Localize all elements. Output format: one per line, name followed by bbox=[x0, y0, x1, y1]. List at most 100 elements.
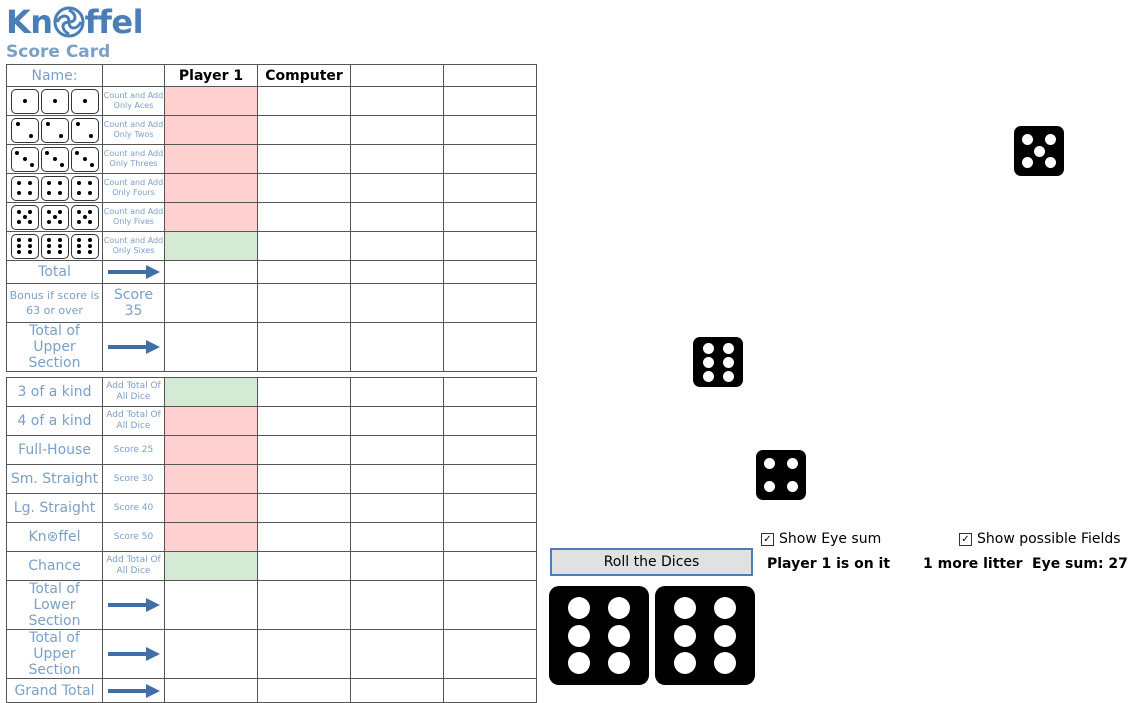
name-label: Name: bbox=[6, 64, 103, 87]
empty-cell bbox=[350, 115, 444, 145]
empty-cell bbox=[443, 435, 537, 465]
p1-upper-total-cell bbox=[164, 260, 258, 284]
checkbox-checked-icon[interactable]: ✓ bbox=[761, 532, 774, 546]
bonus-score: Score 35 bbox=[102, 283, 165, 323]
show-eye-sum-label: Show Eye sum bbox=[779, 531, 882, 547]
p1-score-cell[interactable] bbox=[164, 435, 258, 465]
empty-cell bbox=[350, 377, 444, 407]
computer-score-cell bbox=[257, 377, 351, 407]
lower-row-label: Full-House bbox=[6, 435, 103, 465]
die-held-1[interactable] bbox=[549, 586, 649, 685]
computer-bonus-cell bbox=[257, 283, 351, 323]
header-empty-col bbox=[350, 64, 444, 87]
empty-cell bbox=[443, 678, 537, 703]
mini-die-icon bbox=[10, 233, 39, 259]
lower-row-label: Kn⊛ffel bbox=[6, 522, 103, 552]
empty-cell bbox=[350, 551, 444, 581]
row-description: Count and Add Only Threes bbox=[102, 144, 165, 174]
mini-die-icon bbox=[70, 233, 99, 259]
arrow-right-icon bbox=[102, 678, 165, 703]
p1-score-cell[interactable] bbox=[164, 86, 258, 116]
empty-cell bbox=[350, 283, 444, 323]
logo-text-left: Kn bbox=[6, 3, 53, 41]
die-held-2[interactable] bbox=[655, 586, 755, 685]
p1-score-cell[interactable] bbox=[164, 551, 258, 581]
row-description: Add Total Of All Dice bbox=[102, 377, 165, 407]
p1-lower-total-cell bbox=[164, 580, 258, 630]
die-scattered-1[interactable] bbox=[1014, 126, 1064, 176]
pip bbox=[1022, 134, 1033, 145]
empty-cell bbox=[350, 678, 444, 703]
die-scattered-2[interactable] bbox=[693, 337, 743, 387]
empty-cell bbox=[350, 144, 444, 174]
grand-total-label: Grand Total bbox=[6, 678, 103, 703]
p1-bonus-cell bbox=[164, 283, 258, 323]
mini-die-icon bbox=[70, 117, 99, 143]
mini-die-icon bbox=[70, 175, 99, 201]
computer-score-cell bbox=[257, 464, 351, 494]
mini-die-icon bbox=[70, 204, 99, 230]
p1-score-cell[interactable] bbox=[164, 115, 258, 145]
pip bbox=[764, 458, 775, 469]
knoffel-logo: Kn ffel bbox=[6, 2, 144, 42]
show-possible-fields-checkbox[interactable]: ✓ Show possible Fields bbox=[959, 531, 1121, 547]
show-possible-fields-label: Show possible Fields bbox=[977, 531, 1121, 547]
p1-score-cell[interactable] bbox=[164, 493, 258, 523]
mini-die-icon bbox=[70, 88, 99, 114]
empty-cell bbox=[350, 629, 444, 679]
empty-cell bbox=[443, 283, 537, 323]
pip bbox=[722, 356, 734, 368]
row-description: Count and Add Only Fours bbox=[102, 173, 165, 203]
mini-dice-cell bbox=[6, 86, 103, 116]
pip bbox=[674, 596, 696, 619]
mini-die-icon bbox=[40, 117, 69, 143]
mini-die-icon bbox=[40, 88, 69, 114]
empty-cell bbox=[350, 231, 444, 261]
mini-dice-cell bbox=[6, 173, 103, 203]
die-scattered-3[interactable] bbox=[756, 450, 806, 500]
checkbox-checked-icon[interactable]: ✓ bbox=[959, 532, 972, 546]
pip bbox=[568, 652, 590, 675]
computer-score-cell bbox=[257, 551, 351, 581]
p1-score-cell[interactable] bbox=[164, 202, 258, 232]
empty-cell bbox=[350, 202, 444, 232]
row-description: Score 40 bbox=[102, 493, 165, 523]
row-description: Score 30 bbox=[102, 464, 165, 494]
p1-score-cell[interactable] bbox=[164, 406, 258, 436]
lower-row-label: Sm. Straight bbox=[6, 464, 103, 494]
empty-cell bbox=[350, 580, 444, 630]
row-description: Score 25 bbox=[102, 435, 165, 465]
computer-grand-total-cell bbox=[257, 678, 351, 703]
empty-cell bbox=[443, 260, 537, 284]
p1-score-cell[interactable] bbox=[164, 231, 258, 261]
pip bbox=[674, 624, 696, 647]
show-eye-sum-checkbox[interactable]: ✓ Show Eye sum bbox=[761, 531, 881, 547]
swirl-logo-icon bbox=[53, 6, 85, 38]
computer-upper-section-total-cell bbox=[257, 322, 351, 372]
pip bbox=[722, 370, 734, 382]
empty-cell bbox=[350, 522, 444, 552]
empty-cell bbox=[350, 464, 444, 494]
p1-score-cell[interactable] bbox=[164, 522, 258, 552]
pip bbox=[1045, 157, 1056, 168]
p1-score-cell[interactable] bbox=[164, 173, 258, 203]
p1-score-cell[interactable] bbox=[164, 377, 258, 407]
mini-die-icon bbox=[10, 204, 39, 230]
computer-score-cell bbox=[257, 435, 351, 465]
empty-cell bbox=[350, 173, 444, 203]
score-card-subtitle: Score Card bbox=[6, 42, 111, 62]
upper-section-total-label: Total of Upper Section bbox=[6, 322, 103, 372]
computer-score-cell bbox=[257, 115, 351, 145]
empty-cell bbox=[443, 231, 537, 261]
computer-score-cell bbox=[257, 493, 351, 523]
p1-upper-section-total-cell bbox=[164, 322, 258, 372]
empty-cell bbox=[443, 551, 537, 581]
p1-score-cell[interactable] bbox=[164, 144, 258, 174]
empty-cell bbox=[350, 406, 444, 436]
empty-cell bbox=[350, 260, 444, 284]
mini-die-icon bbox=[10, 117, 39, 143]
mini-die-icon bbox=[40, 204, 69, 230]
roll-dice-button[interactable]: Roll the Dices bbox=[550, 548, 753, 576]
p1-score-cell[interactable] bbox=[164, 464, 258, 494]
pip bbox=[714, 652, 736, 675]
